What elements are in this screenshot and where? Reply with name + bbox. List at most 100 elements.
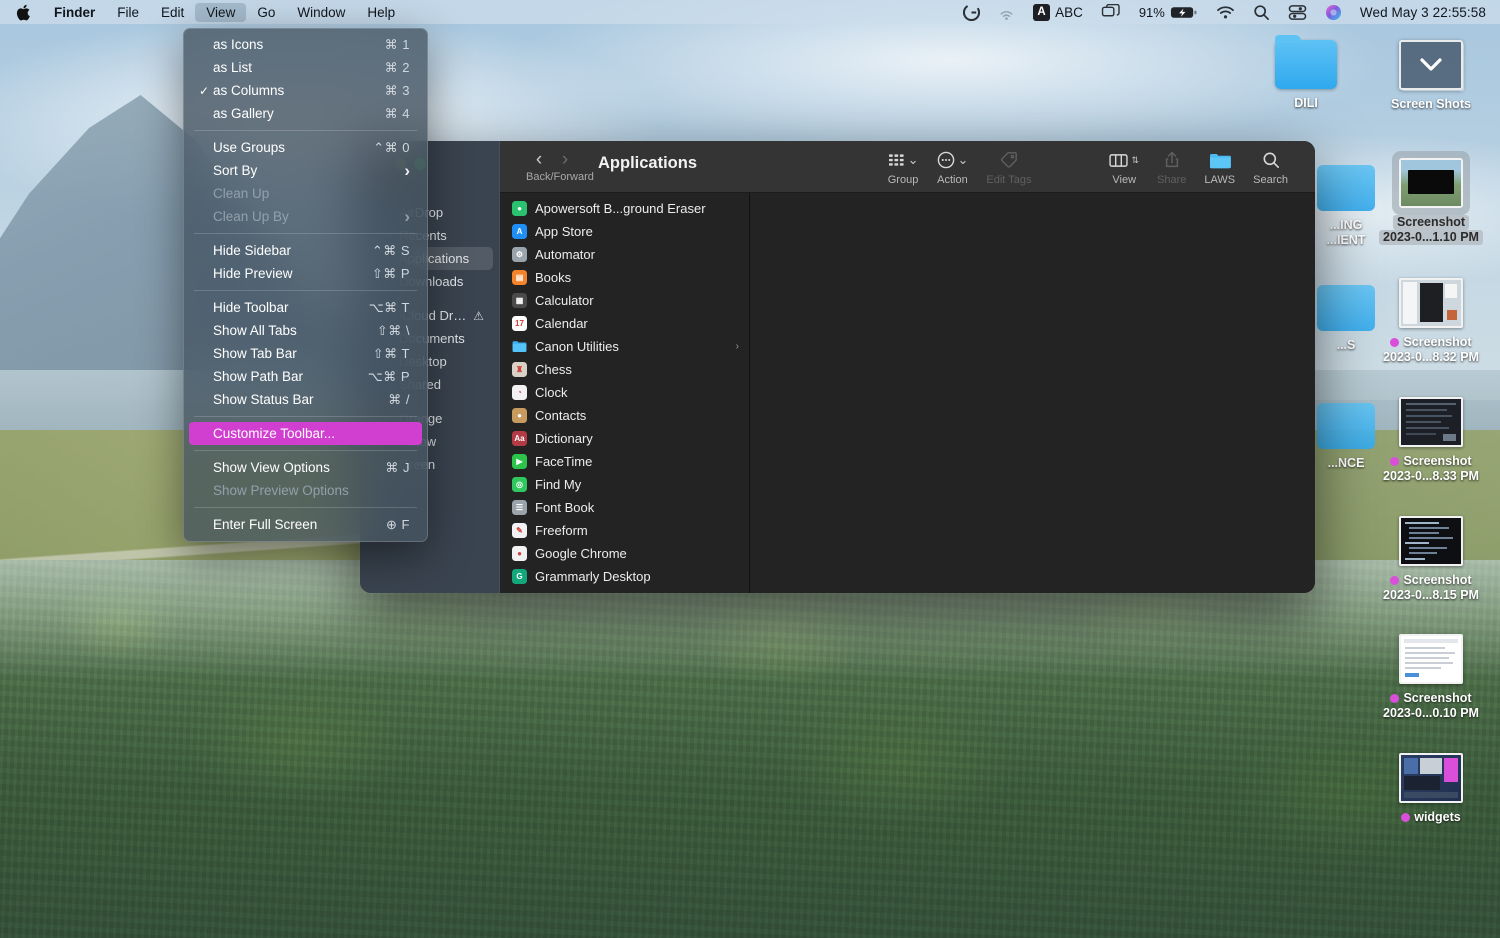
menu-bar-status-items[interactable]: A ABC 91% Wed May 3 22:55:58 (954, 0, 1500, 24)
view-button[interactable]: ⇅ View (1100, 149, 1148, 186)
checkmark-icon: ✓ (199, 83, 210, 98)
view-menu-item-as-list[interactable]: as List ⌘ 2 (189, 56, 422, 79)
view-menu-dropdown[interactable]: as Icons ⌘ 1 as List ⌘ 2 ✓ as Columns ⌘ 3 as Ga… (183, 28, 428, 542)
file-row[interactable]: ▤ Books (500, 266, 749, 289)
file-row[interactable]: Aa Dictionary (500, 427, 749, 450)
file-row[interactable]: 17 Calendar (500, 312, 749, 335)
desktop-icon[interactable]: widgets (1379, 753, 1483, 825)
view-menu-item-hide-preview[interactable]: Hide Preview ⇧⌘ P (189, 262, 422, 285)
menu-item-label: Show All Tabs (213, 323, 297, 338)
menu-window[interactable]: Window (286, 0, 356, 24)
menu-bar-clock[interactable]: Wed May 3 22:55:58 (1351, 0, 1490, 24)
file-row[interactable]: Canon Utilities › (500, 335, 749, 358)
view-menu-item-show-view-options[interactable]: Show View Options ⌘ J (189, 456, 422, 479)
airplay-icon[interactable] (989, 0, 1024, 24)
wifi-icon[interactable] (1207, 0, 1244, 24)
view-menu-item-show-path-bar[interactable]: Show Path Bar ⌥⌘ P (189, 365, 422, 388)
action-button[interactable]: ⌄ Action (928, 149, 978, 186)
file-row[interactable]: ● Apowersoft B...ground Eraser (500, 197, 749, 220)
input-source-indicator[interactable]: A ABC (1024, 0, 1092, 24)
view-menu-item-as-icons[interactable]: as Icons ⌘ 1 (189, 33, 422, 56)
file-row[interactable]: ☰ Font Book (500, 496, 749, 519)
view-menu-item-show-tab-bar[interactable]: Show Tab Bar ⇧⌘ T (189, 342, 422, 365)
share-icon (1164, 149, 1180, 171)
menu-item-label: Show Status Bar (213, 392, 314, 407)
desktop-icon-label: Screenshot 2023-0...8.33 PM (1383, 454, 1479, 484)
view-menu-item-customize-toolbar[interactable]: Customize Toolbar... (189, 422, 422, 445)
desktop-icon[interactable]: Screenshot 2023-0...1.10 PM (1379, 158, 1483, 245)
file-name: Font Book (535, 500, 595, 515)
file-row[interactable]: ● Contacts (500, 404, 749, 427)
desktop-icon[interactable]: Screen Shots (1379, 40, 1483, 112)
finder-toolbar[interactable]: ‹ › Back/Forward Applications ⌄ Group ⌄ Act… (500, 141, 1315, 193)
finder-titlebar: ‹ › Back/Forward Applications ⌄ Group ⌄ Act… (360, 141, 1315, 193)
app-icon: ☰ (512, 500, 527, 515)
file-row[interactable]: G Grammarly Desktop (500, 565, 749, 588)
search-icon[interactable] (1244, 0, 1279, 24)
finder-window[interactable]: ‹ › Back/Forward Applications ⌄ Group ⌄ Act… (360, 141, 1315, 593)
menu-finder[interactable]: Finder (43, 0, 106, 24)
view-menu-item-use-groups[interactable]: Use Groups ⌃⌘ 0 (189, 136, 422, 159)
menu-separator (194, 130, 417, 131)
file-row[interactable]: ⚙ Automator (500, 243, 749, 266)
view-menu-item-show-all-tabs[interactable]: Show All Tabs ⇧⌘ \ (189, 319, 422, 342)
grammarly-icon[interactable] (954, 0, 989, 24)
menu-edit[interactable]: Edit (150, 0, 195, 24)
back-forward-group[interactable]: ‹ › Back/Forward (500, 141, 594, 184)
file-row[interactable]: ▦ Calculator (500, 289, 749, 312)
file-row[interactable]: ♜ Chess (500, 358, 749, 381)
menu-file[interactable]: File (106, 0, 150, 24)
file-name: Canon Utilities (535, 339, 619, 354)
view-menu-item-hide-toolbar[interactable]: Hide Toolbar ⌥⌘ T (189, 296, 422, 319)
folder-icon (1209, 149, 1231, 171)
desktop-icon[interactable]: Screenshot 2023-0...0.10 PM (1379, 634, 1483, 721)
toolbar-button-group[interactable]: ⌄ Group ⌄ Action Edit Tags ⇅ View Share LAWS Sear… (879, 141, 1315, 186)
menu-item-shortcut: ⌘ / (388, 391, 410, 407)
app-icon: A (512, 224, 527, 239)
siri-icon[interactable] (1316, 0, 1351, 24)
file-row[interactable]: ◔ Clock (500, 381, 749, 404)
input-badge-icon: A (1033, 3, 1051, 21)
group-button[interactable]: ⌄ Group (879, 149, 928, 186)
screen-mirroring-icon[interactable] (1092, 0, 1130, 24)
view-menu-item-show-status-bar[interactable]: Show Status Bar ⌘ / (189, 388, 422, 411)
tag-dot-icon (1401, 813, 1411, 822)
desktop-icon[interactable]: DILI (1254, 35, 1358, 111)
view-menu-item-as-columns[interactable]: ✓ as Columns ⌘ 3 (189, 79, 422, 102)
desktop-icon[interactable]: Screenshot 2023-0...8.15 PM (1379, 516, 1483, 603)
view-menu-item-enter-full-screen[interactable]: Enter Full Screen ⊕ F (189, 513, 422, 536)
finder-column-applications[interactable]: ● Apowersoft B...ground Eraser A App Store ⚙… (500, 193, 750, 593)
chevron-down-icon: ⌄ (957, 152, 969, 167)
view-menu-item-as-gallery[interactable]: as Gallery ⌘ 4 (189, 102, 422, 125)
view-menu-item-show-preview-options: Show Preview Options (189, 479, 422, 502)
file-row[interactable]: ● Google Chrome (500, 542, 749, 565)
desktop-icon-label-line: Screenshot (1403, 573, 1472, 587)
menu-bar-app-menus[interactable]: Finder File Edit View Go Window Help (0, 0, 406, 24)
back-button[interactable]: ‹ (526, 150, 552, 170)
menu-view[interactable]: View (195, 2, 247, 22)
file-row[interactable]: A App Store (500, 220, 749, 243)
battery-percent-label: 91% (1138, 4, 1165, 20)
view-menu-item-sort-by[interactable]: Sort By › (189, 159, 422, 182)
menu-item-shortcut: ⌃⌘ 0 (373, 139, 410, 155)
file-row[interactable]: ◎ Find My (500, 473, 749, 496)
apple-logo-icon[interactable] (0, 0, 43, 24)
menu-help[interactable]: Help (356, 0, 406, 24)
desktop-icon-label: Screenshot 2023-0...8.32 PM (1383, 335, 1479, 365)
file-row[interactable]: ✎ Freeform (500, 519, 749, 542)
laws-button[interactable]: LAWS (1195, 149, 1244, 186)
chevron-right-icon: › (404, 206, 410, 226)
desktop-icon-label-line: 2023-0...1.10 PM (1379, 230, 1483, 245)
search-button[interactable]: Search (1244, 149, 1297, 186)
battery-status[interactable]: 91% (1130, 0, 1207, 24)
desktop-icon-label: Screen Shots (1391, 97, 1471, 112)
file-row[interactable]: ▶ FaceTime (500, 450, 749, 473)
control-center-icon[interactable] (1279, 0, 1316, 24)
desktop-icon[interactable]: Screenshot 2023-0...8.33 PM (1379, 397, 1483, 484)
menu-item-label: Enter Full Screen (213, 517, 318, 532)
menu-go[interactable]: Go (246, 0, 286, 24)
desktop-icon[interactable]: Screenshot 2023-0...8.32 PM (1379, 278, 1483, 365)
forward-button[interactable]: › (552, 150, 578, 170)
menu-bar[interactable]: Finder File Edit View Go Window Help A ABC 91% (0, 0, 1500, 24)
view-menu-item-hide-sidebar[interactable]: Hide Sidebar ⌃⌘ S (189, 239, 422, 262)
